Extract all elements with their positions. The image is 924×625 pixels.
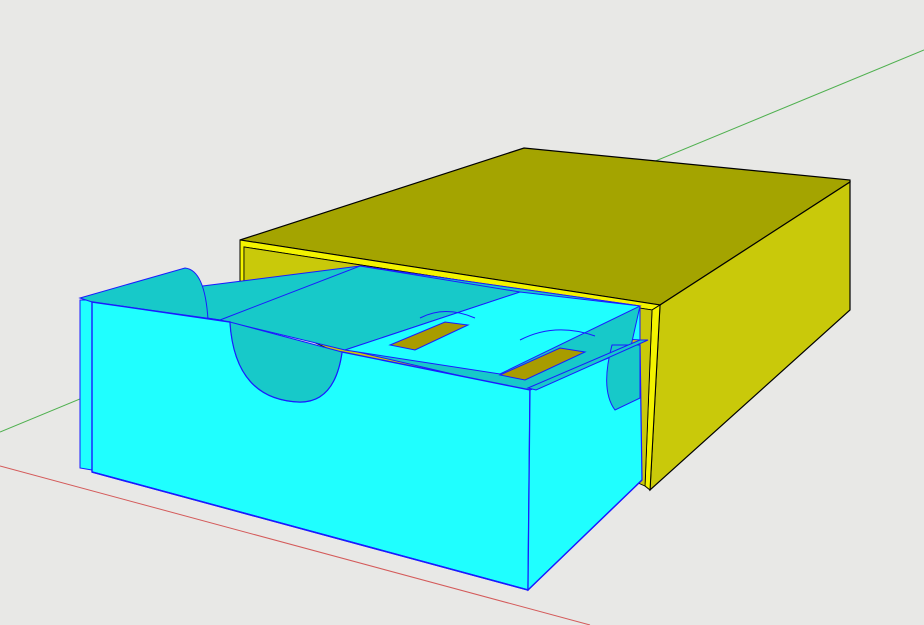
sketchup-viewport[interactable]: [0, 0, 924, 625]
tray-left-wall[interactable]: [79, 299, 93, 471]
model-canvas[interactable]: [0, 0, 924, 625]
